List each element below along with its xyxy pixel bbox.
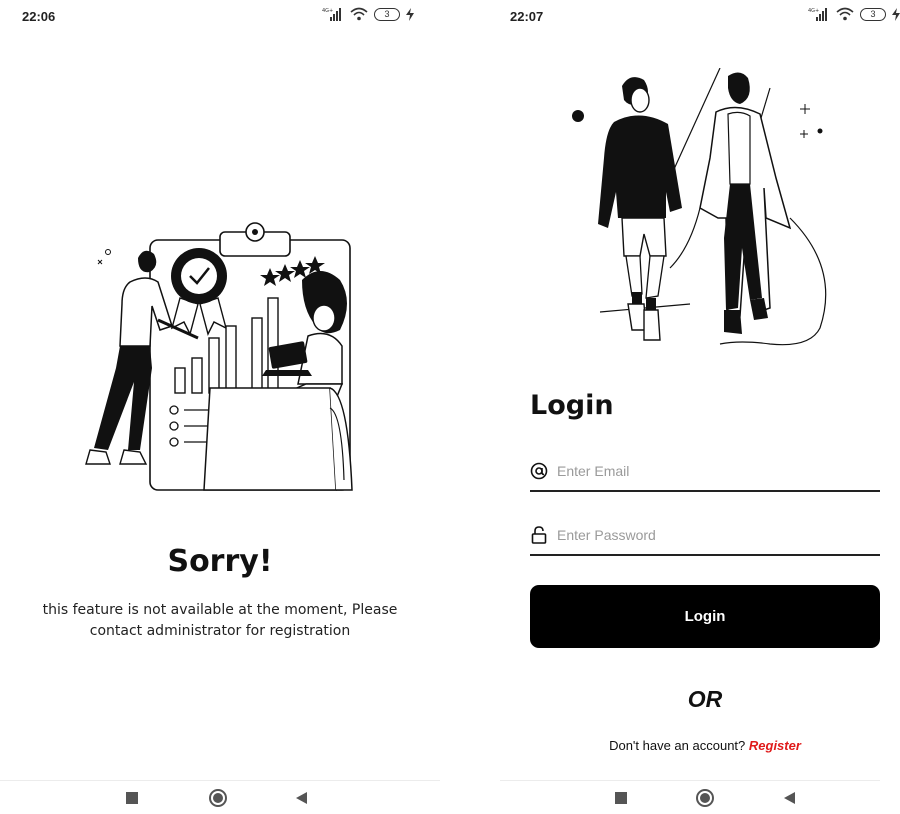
signal-icon: 4G+ [808,8,827,21]
register-prompt-text: Don't have an account? [609,738,749,753]
password-input[interactable] [557,527,857,543]
man-figure-right [699,72,792,334]
status-bar: 22:06 4G+ 3 [0,0,440,30]
wifi-icon [350,7,368,21]
sorry-illustration [85,222,353,491]
battery-icon: 3 [374,7,400,21]
at-sign-icon [530,460,552,482]
charging-icon [892,7,900,21]
signal-icon: 4G+ [322,8,341,21]
or-divider-text: OR [687,686,723,712]
navigation-bar [0,780,440,814]
svg-text:4G+: 4G+ [808,8,819,14]
circle-icon[interactable] [695,788,715,808]
wifi-icon [836,7,854,21]
navigation-bar [500,780,880,814]
svg-text:4G+: 4G+ [322,8,333,14]
login-button[interactable]: Login [530,585,880,648]
square-icon[interactable] [614,791,628,805]
status-icons: 4G+ 3 [322,7,414,21]
charging-icon [406,7,414,21]
sorry-screen: 22:06 4G+ 3 Sorry! this feature is not a… [0,0,440,814]
status-icons: 4G+ 3 [808,7,900,21]
login-illustration [572,68,827,346]
register-prompt: Don't have an account? Register [490,738,900,753]
lock-icon [530,524,552,546]
email-field[interactable] [530,452,880,492]
square-icon[interactable] [125,791,139,805]
login-title: Login [530,390,614,421]
password-field[interactable] [530,516,880,556]
email-input[interactable] [557,463,857,479]
status-time: 22:06 [22,9,56,24]
login-screen: 22:07 4G+ 3 Login Enter Email Login OR D… [490,0,900,814]
triangle-back-icon[interactable] [294,791,308,805]
triangle-back-icon[interactable] [782,791,796,805]
battery-icon: 3 [860,7,886,21]
sorry-message: this feature is not available at the mom… [42,602,398,639]
register-link[interactable]: Register [749,738,801,753]
man-figure-left [598,77,682,341]
battery-level: 3 [870,8,876,19]
status-time: 22:07 [510,9,544,24]
status-bar: 22:07 4G+ 3 [490,0,900,30]
battery-level: 3 [384,8,390,19]
circle-icon[interactable] [208,788,228,808]
sorry-title: Sorry! [167,544,273,579]
